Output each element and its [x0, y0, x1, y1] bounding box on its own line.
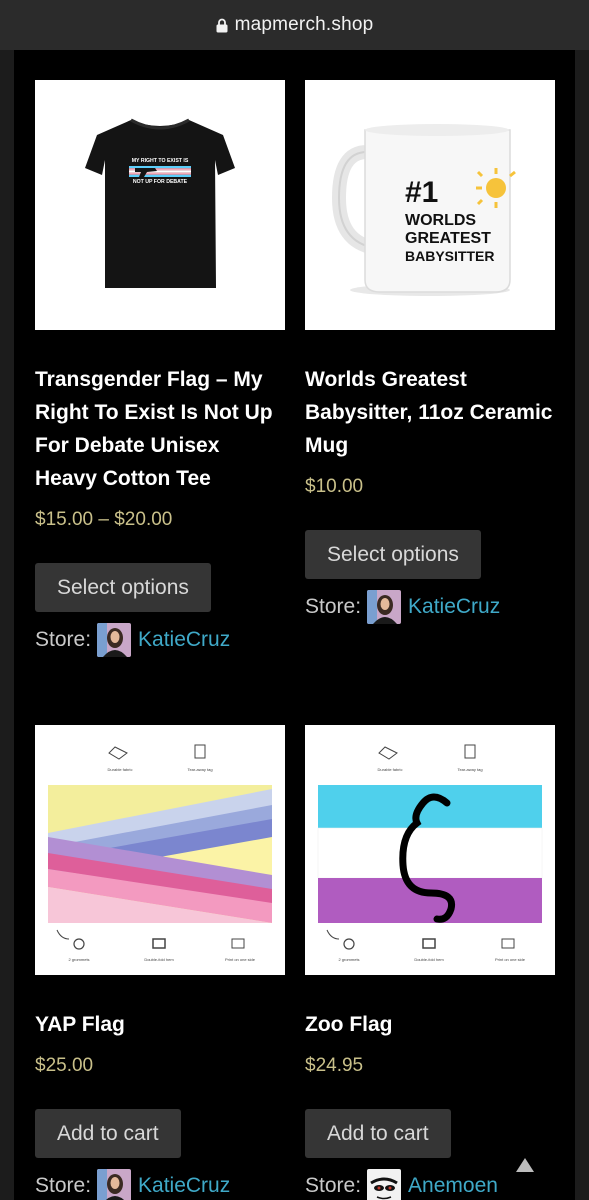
- mug-print-line2: WORLDS: [405, 212, 476, 229]
- product-image-tshirt[interactable]: MY RIGHT TO EXIST IS NOT UP FOR DEBATE: [35, 80, 285, 330]
- select-options-button[interactable]: Select options: [305, 530, 481, 579]
- product-title[interactable]: Transgender Flag – My Right To Exist Is …: [35, 363, 285, 495]
- flag-feature-label: 2 grommets: [338, 957, 359, 962]
- store-avatar[interactable]: [97, 623, 132, 657]
- add-to-cart-button[interactable]: Add to cart: [305, 1109, 451, 1158]
- select-options-button[interactable]: Select options: [35, 563, 211, 612]
- product-image-yap-flag[interactable]: Durable fabric Tear-away tag 2 grommets …: [35, 725, 285, 975]
- url-domain: mapmerch.shop: [234, 14, 374, 35]
- product-card: #1 WORLDS GREATEST BABYSITTER Worlds Gre…: [305, 80, 555, 627]
- product-image-zoo-flag[interactable]: Durable fabric Tear-away tag 2 grommets …: [305, 725, 555, 975]
- store-avatar[interactable]: [97, 1169, 132, 1200]
- shirt-print-line1: MY RIGHT TO EXIST IS: [132, 158, 189, 164]
- mug-print-line3: GREATEST: [405, 230, 491, 247]
- address-bar[interactable]: mapmerch.shop: [0, 0, 589, 50]
- flag-feature-label: Durable fabric: [378, 767, 403, 772]
- lock-icon: [216, 18, 228, 33]
- store-link[interactable]: KatieCruz: [138, 1174, 230, 1198]
- product-title[interactable]: YAP Flag: [35, 1008, 285, 1041]
- product-price: $24.95: [305, 1055, 364, 1076]
- page-frame-left: [0, 50, 14, 1200]
- product-price: $25.00: [35, 1055, 94, 1076]
- store-info: Store: KatieCruz: [305, 587, 555, 627]
- add-to-cart-button[interactable]: Add to cart: [35, 1109, 181, 1158]
- store-label: Store:: [35, 1174, 92, 1197]
- flag-feature-label: Double-fold hem: [414, 957, 444, 962]
- product-title[interactable]: Zoo Flag: [305, 1008, 555, 1041]
- flag-feature-label: Tear-away tag: [457, 767, 482, 772]
- store-avatar[interactable]: [367, 590, 402, 624]
- mug-print-line1: #1: [405, 176, 438, 209]
- store-label: Store:: [35, 628, 92, 651]
- product-image-mug[interactable]: #1 WORLDS GREATEST BABYSITTER: [305, 80, 555, 330]
- product-card: MY RIGHT TO EXIST IS NOT UP FOR DEBATE T…: [35, 80, 285, 660]
- store-info: Store: KatieCruz: [35, 620, 285, 660]
- store-link[interactable]: KatieCruz: [138, 628, 230, 652]
- product-title[interactable]: Worlds Greatest Babysitter, 11oz Ceramic…: [305, 363, 555, 462]
- store-link[interactable]: Anemoen: [408, 1174, 498, 1198]
- product-price: $10.00: [305, 476, 364, 497]
- store-label: Store:: [305, 595, 362, 618]
- product-card: Durable fabric Tear-away tag 2 grommets …: [35, 725, 285, 1200]
- product-card: Durable fabric Tear-away tag 2 grommets …: [305, 725, 555, 1200]
- page-frame-right: [575, 50, 589, 1200]
- shirt-print-line2: NOT UP FOR DEBATE: [133, 179, 188, 185]
- flag-feature-label: Tear-away tag: [187, 767, 212, 772]
- scroll-to-top-icon[interactable]: [516, 1158, 534, 1172]
- flag-feature-label: Durable fabric: [108, 767, 133, 772]
- product-price: $15.00 – $20.00: [35, 509, 173, 530]
- mug-print-line4: BABYSITTER: [405, 248, 494, 264]
- store-info: Store: KatieCruz: [35, 1166, 285, 1200]
- flag-feature-label: 2 grommets: [68, 957, 89, 962]
- store-avatar[interactable]: [367, 1169, 402, 1200]
- flag-feature-label: Double-fold hem: [144, 957, 174, 962]
- flag-feature-label: Print on one side: [495, 957, 526, 962]
- flag-feature-label: Print on one side: [225, 957, 256, 962]
- store-label: Store:: [305, 1174, 362, 1197]
- store-link[interactable]: KatieCruz: [408, 595, 500, 619]
